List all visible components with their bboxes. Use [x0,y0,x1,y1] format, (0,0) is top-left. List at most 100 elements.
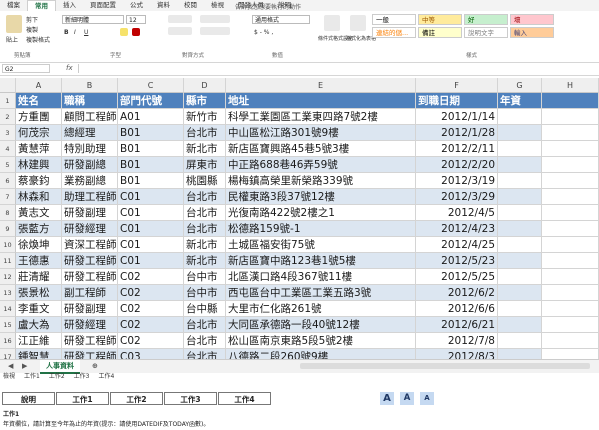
column-header[interactable]: F [416,78,498,93]
task-2-button[interactable]: 工作2 [110,392,163,405]
table-cell[interactable]: 北區漢口路4段367號11樓 [226,269,416,285]
table-cell[interactable]: 2012/3/29 [416,189,498,205]
table-cell[interactable]: 江正維 [16,333,62,349]
table-cell[interactable]: 資深工程師 [62,237,118,253]
ribbon-tab-6[interactable]: 校閱 [177,0,204,11]
table-cell[interactable]: 2012/8/3 [416,349,498,359]
table-cell[interactable]: 科學工業園區工業東四路7號2樓 [226,109,416,125]
paste-button[interactable]: 貼上 [6,35,18,44]
row-header[interactable]: 2 [0,109,16,125]
table-cell[interactable]: 2012/3/19 [416,173,498,189]
table-cell[interactable] [542,125,599,141]
header-cell[interactable]: 到職日期 [416,93,498,109]
ribbon-tab-0[interactable]: 檔案 [0,0,27,11]
font-color-icon[interactable] [132,28,140,36]
sheet-nav-next-icon[interactable]: ▶ [22,360,27,372]
table-cell[interactable] [542,141,599,157]
table-cell[interactable]: 2012/1/14 [416,109,498,125]
row-header[interactable]: 1 [0,93,16,109]
table-cell[interactable]: 西屯區台中工業區工業五路3號 [226,285,416,301]
ribbon-tab-5[interactable]: 資料 [150,0,177,11]
table-cell[interactable]: 黃志文 [16,205,62,221]
table-cell[interactable] [542,157,599,173]
row-header[interactable]: 3 [0,125,16,141]
table-cell[interactable]: 八德路二段260號9樓 [226,349,416,359]
table-cell[interactable]: 台中市 [184,285,226,301]
row-header[interactable]: 6 [0,173,16,189]
table-cell[interactable] [542,109,599,125]
table-cell[interactable] [498,269,542,285]
table-cell[interactable]: 研發工程師 [62,349,118,359]
table-cell[interactable]: 黃慧萍 [16,141,62,157]
row-header[interactable]: 4 [0,141,16,157]
table-cell[interactable]: 研發副理 [62,301,118,317]
underline-button[interactable]: U [84,29,88,36]
table-cell[interactable]: 新北市 [184,253,226,269]
table-cell[interactable] [498,109,542,125]
conditional-formatting-icon[interactable] [324,15,340,31]
table-cell[interactable] [498,221,542,237]
row-header[interactable]: 14 [0,301,16,317]
row-header[interactable]: 17 [0,349,16,359]
table-cell[interactable]: 鍾智慧 [16,349,62,359]
table-cell[interactable]: C01 [118,253,184,269]
table-cell[interactable] [542,269,599,285]
table-cell[interactable]: 台北市 [184,205,226,221]
ribbon-tab-3[interactable]: 頁面配置 [83,0,123,11]
table-cell[interactable]: C01 [118,205,184,221]
table-cell[interactable] [542,301,599,317]
table-cell[interactable] [498,189,542,205]
cell-style-0[interactable]: 一般 [372,14,416,25]
table-cell[interactable] [498,205,542,221]
cell-style-4[interactable]: 連結的儲... [372,27,416,38]
table-cell[interactable]: B01 [118,157,184,173]
table-cell[interactable]: 2012/5/25 [416,269,498,285]
table-cell[interactable]: 張景松 [16,285,62,301]
row-header[interactable]: 11 [0,253,16,269]
column-header[interactable]: H [542,78,599,93]
table-cell[interactable]: 莊清耀 [16,269,62,285]
row-header[interactable]: 12 [0,269,16,285]
table-cell[interactable]: 土城區福安街75號 [226,237,416,253]
table-cell[interactable]: C03 [118,349,184,359]
table-cell[interactable] [498,157,542,173]
table-cell[interactable] [498,237,542,253]
task-3-button[interactable]: 工作3 [164,392,217,405]
ribbon-tab-1[interactable]: 常用 [27,0,56,12]
table-cell[interactable]: 台北市 [184,317,226,333]
format-painter-button[interactable]: 複製格式 [26,35,50,44]
table-cell[interactable]: C01 [118,237,184,253]
table-cell[interactable]: 大里市仁化路261號 [226,301,416,317]
table-cell[interactable] [542,333,599,349]
table-cell[interactable]: C01 [118,221,184,237]
table-cell[interactable]: 屏東市 [184,157,226,173]
table-cell[interactable]: 新竹市 [184,109,226,125]
table-cell[interactable]: 2012/2/20 [416,157,498,173]
table-cell[interactable]: 業務副總 [62,173,118,189]
table-cell[interactable]: 何茂宗 [16,125,62,141]
table-cell[interactable]: 林森和 [16,189,62,205]
table-cell[interactable]: C02 [118,301,184,317]
row-header[interactable]: 16 [0,333,16,349]
header-cell[interactable] [542,93,599,109]
sheet-nav-prev-icon[interactable]: ◀ [8,360,13,372]
header-cell[interactable]: 職稱 [62,93,118,109]
table-cell[interactable]: 研發經理 [62,221,118,237]
table-cell[interactable] [542,317,599,333]
align-top-icon[interactable] [168,15,192,23]
table-cell[interactable]: 台北市 [184,349,226,359]
row-header[interactable]: 9 [0,221,16,237]
header-cell[interactable]: 地址 [226,93,416,109]
table-cell[interactable]: 徐煥坤 [16,237,62,253]
table-cell[interactable]: 2012/4/25 [416,237,498,253]
cut-button[interactable]: 剪下 [26,15,38,24]
task-1-button[interactable]: 工作1 [56,392,109,405]
table-cell[interactable] [542,285,599,301]
table-cell[interactable]: 台北市 [184,221,226,237]
table-cell[interactable]: 松山區南京東路5段5號2樓 [226,333,416,349]
table-cell[interactable]: 大同區承德路一段40號12樓 [226,317,416,333]
task-4-button[interactable]: 工作4 [218,392,271,405]
table-cell[interactable]: C02 [118,285,184,301]
table-cell[interactable]: C01 [118,189,184,205]
align-center-icon[interactable] [168,27,192,35]
